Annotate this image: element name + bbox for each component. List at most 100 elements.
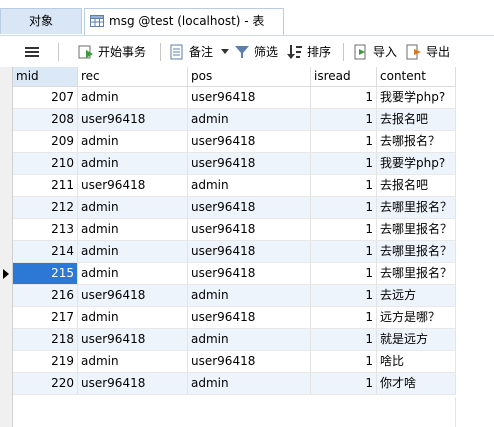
cell-content[interactable]: 你才啥	[377, 373, 456, 395]
cell-mid[interactable]: 216	[13, 285, 78, 307]
cell-isread[interactable]: 1	[311, 351, 377, 373]
cell-isread[interactable]: 1	[311, 219, 377, 241]
cell-mid[interactable]: 213	[13, 219, 78, 241]
table-row[interactable]: 209 admin user96418 1 去哪报名？	[13, 131, 456, 153]
table-row[interactable]: 219 admin user96418 1 啥比	[13, 351, 456, 373]
table-row[interactable]: 218 user96418 admin 1 就是远方	[13, 329, 456, 351]
table-row[interactable]: 215 admin user96418 1 去哪里报名？	[13, 263, 456, 285]
table-row[interactable]: 214 admin user96418 1 去哪里报名？	[13, 241, 456, 263]
cell-rec[interactable]: admin	[78, 131, 188, 153]
cell-pos[interactable]: user96418	[188, 263, 311, 285]
table-row[interactable]: 220 user96418 admin 1 你才啥	[13, 373, 456, 395]
cell-rec[interactable]: admin	[78, 263, 188, 285]
cell-pos[interactable]: admin	[188, 329, 311, 351]
filter-label: 筛选	[254, 45, 279, 59]
cell-mid[interactable]: 207	[13, 87, 78, 109]
cell-pos[interactable]: user96418	[188, 241, 311, 263]
cell-pos[interactable]: admin	[188, 373, 311, 395]
column-header-content[interactable]: content	[377, 67, 456, 87]
table-row[interactable]: 211 user96418 admin 1 去报名吧	[13, 175, 456, 197]
cell-isread[interactable]: 1	[311, 329, 377, 351]
cell-rec[interactable]: admin	[78, 87, 188, 109]
cell-pos[interactable]: admin	[188, 109, 311, 131]
table-row[interactable]: 216 user96418 admin 1 去远方	[13, 285, 456, 307]
cell-content[interactable]: 去哪里报名？	[377, 219, 456, 241]
cell-isread[interactable]: 1	[311, 263, 377, 285]
cell-rec[interactable]: user96418	[78, 373, 188, 395]
cell-isread[interactable]: 1	[311, 153, 377, 175]
table-row[interactable]: 217 admin user96418 1 远方是哪？	[13, 307, 456, 329]
cell-isread[interactable]: 1	[311, 241, 377, 263]
column-header-mid[interactable]: mid	[13, 67, 78, 87]
cell-content[interactable]: 我要学php?	[377, 87, 456, 109]
cell-content[interactable]: 啥比	[377, 351, 456, 373]
cell-mid[interactable]: 217	[13, 307, 78, 329]
cell-isread[interactable]: 1	[311, 307, 377, 329]
cell-content[interactable]: 去哪里报名？	[377, 241, 456, 263]
cell-isread[interactable]: 1	[311, 87, 377, 109]
cell-content[interactable]: 就是远方	[377, 329, 456, 351]
column-header-pos[interactable]: pos	[188, 67, 311, 87]
cell-rec[interactable]: user96418	[78, 175, 188, 197]
table-row[interactable]: 208 user96418 admin 1 去报名吧	[13, 109, 456, 131]
cell-pos[interactable]: user96418	[188, 153, 311, 175]
tab-table-msg[interactable]: msg @test (localhost) - 表	[84, 8, 284, 35]
cell-content[interactable]: 远方是哪？	[377, 307, 456, 329]
cell-mid[interactable]: 219	[13, 351, 78, 373]
tab-objects[interactable]: 对象	[0, 8, 82, 34]
cell-pos[interactable]: user96418	[188, 197, 311, 219]
cell-isread[interactable]: 1	[311, 373, 377, 395]
cell-rec[interactable]: admin	[78, 153, 188, 175]
cell-pos[interactable]: user96418	[188, 307, 311, 329]
cell-mid[interactable]: 212	[13, 197, 78, 219]
cell-content[interactable]: 我要学php?	[377, 153, 456, 175]
cell-pos[interactable]: admin	[188, 175, 311, 197]
cell-rec[interactable]: user96418	[78, 285, 188, 307]
cell-pos[interactable]: user96418	[188, 87, 311, 109]
cell-mid[interactable]: 211	[13, 175, 78, 197]
cell-isread[interactable]: 1	[311, 285, 377, 307]
cell-content[interactable]: 去报名吧	[377, 175, 456, 197]
cell-content[interactable]: 去哪里报名？	[377, 263, 456, 285]
cell-mid[interactable]: 220	[13, 373, 78, 395]
cell-rec[interactable]: admin	[78, 241, 188, 263]
cell-content[interactable]: 去报名吧	[377, 109, 456, 131]
export-button[interactable]: 导出	[406, 36, 456, 68]
import-button[interactable]: 导入	[353, 36, 399, 68]
column-header-isread[interactable]: isread	[311, 67, 377, 87]
cell-isread[interactable]: 1	[311, 197, 377, 219]
sort-button[interactable]: 排序	[287, 36, 333, 68]
cell-pos[interactable]: admin	[188, 285, 311, 307]
cell-mid[interactable]: 218	[13, 329, 78, 351]
cell-pos[interactable]: user96418	[188, 131, 311, 153]
begin-transaction-button[interactable]: 开始事务	[78, 36, 152, 68]
cell-pos[interactable]: user96418	[188, 219, 311, 241]
column-header-rec[interactable]: rec	[78, 67, 188, 87]
cell-rec[interactable]: admin	[78, 307, 188, 329]
cell-rec[interactable]: admin	[78, 219, 188, 241]
cell-content[interactable]: 去远方	[377, 285, 456, 307]
cell-mid[interactable]: 210	[13, 153, 78, 175]
table-row[interactable]: 210 admin user96418 1 我要学php?	[13, 153, 456, 175]
cell-rec[interactable]: admin	[78, 351, 188, 373]
cell-mid[interactable]: 208	[13, 109, 78, 131]
tab-objects-label: 对象	[28, 14, 53, 28]
cell-isread[interactable]: 1	[311, 109, 377, 131]
cell-content[interactable]: 去哪里报名？	[377, 197, 456, 219]
cell-pos[interactable]: user96418	[188, 351, 311, 373]
filter-button[interactable]: 筛选	[234, 36, 280, 68]
cell-mid[interactable]: 215	[13, 263, 78, 285]
cell-mid[interactable]: 214	[13, 241, 78, 263]
menu-button[interactable]	[20, 36, 44, 68]
table-row[interactable]: 213 admin user96418 1 去哪里报名？	[13, 219, 456, 241]
cell-rec[interactable]: user96418	[78, 109, 188, 131]
cell-isread[interactable]: 1	[311, 131, 377, 153]
table-row[interactable]: 207 admin user96418 1 我要学php?	[13, 87, 456, 109]
cell-rec[interactable]: user96418	[78, 329, 188, 351]
cell-rec[interactable]: admin	[78, 197, 188, 219]
cell-mid[interactable]: 209	[13, 131, 78, 153]
memo-button[interactable]: 备注	[170, 36, 230, 68]
cell-isread[interactable]: 1	[311, 175, 377, 197]
table-row[interactable]: 212 admin user96418 1 去哪里报名？	[13, 197, 456, 219]
cell-content[interactable]: 去哪报名？	[377, 131, 456, 153]
